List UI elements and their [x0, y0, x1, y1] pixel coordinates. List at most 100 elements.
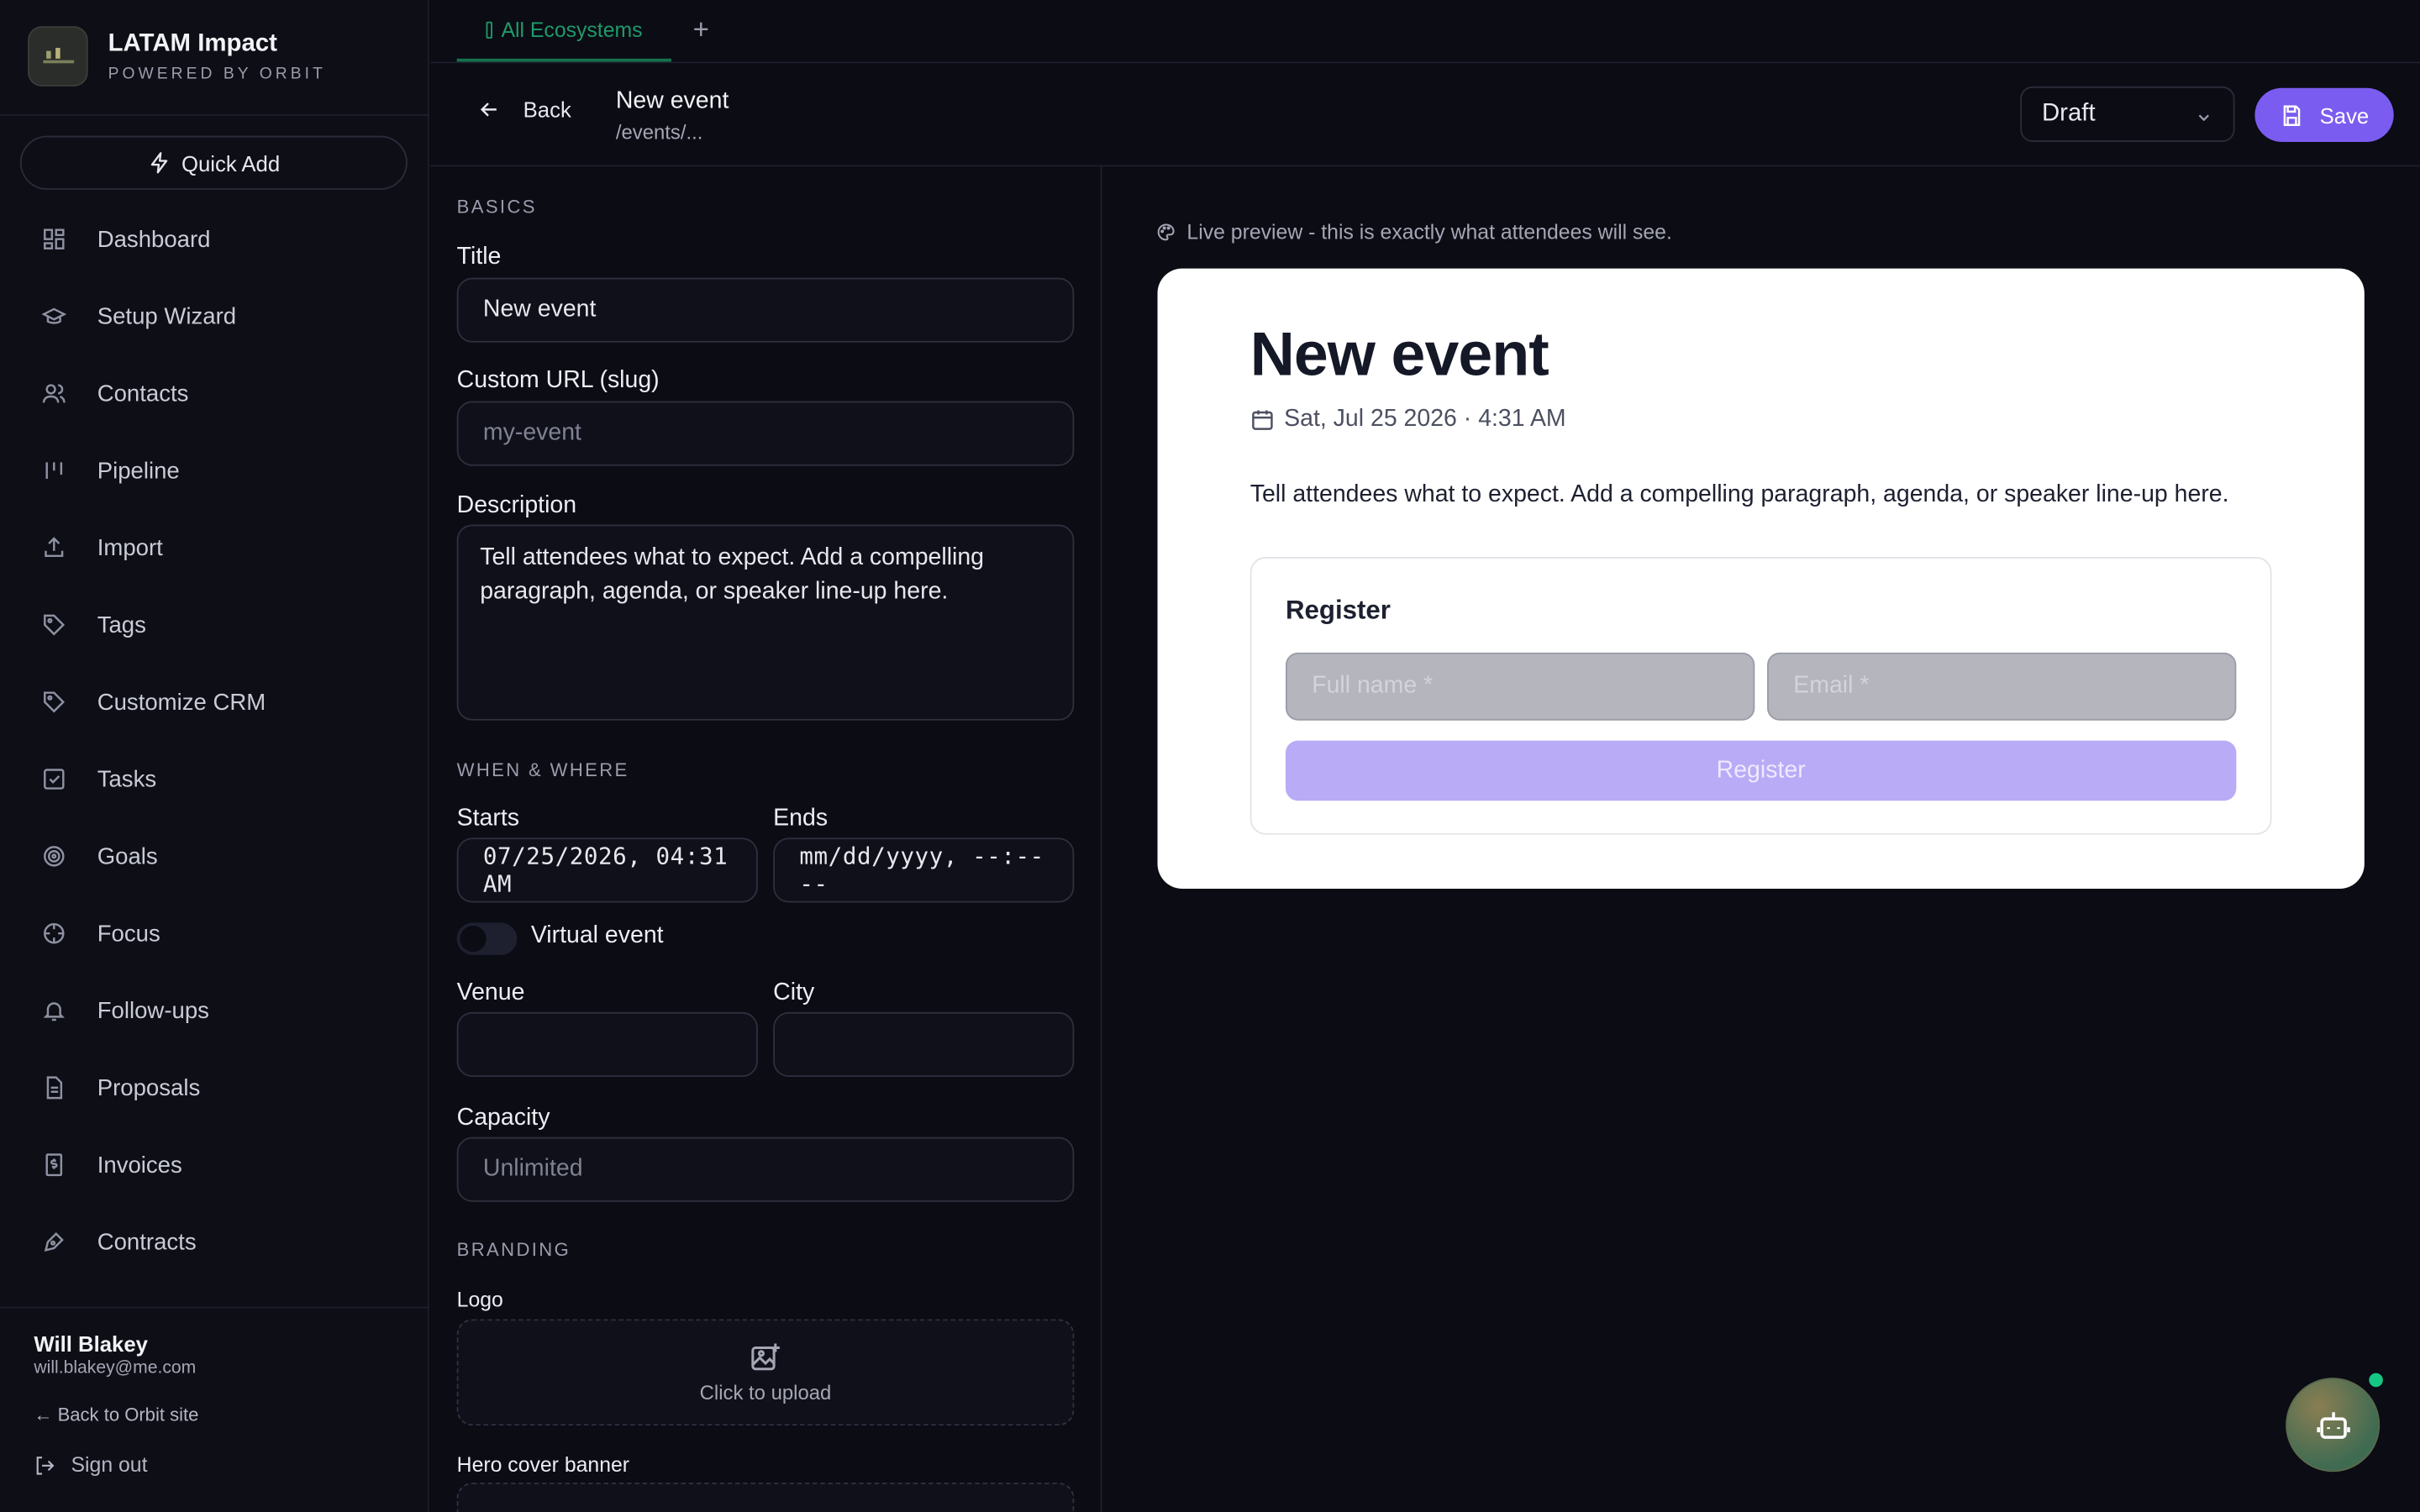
sidebar-item-dashboard[interactable]: Dashboard [0, 201, 429, 278]
virtual-event-toggle[interactable] [456, 922, 518, 955]
logo-label: Logo [456, 1288, 503, 1312]
logo-upload-dropzone[interactable]: Click to upload [456, 1319, 1075, 1426]
venue-label: Venue [456, 979, 525, 1006]
virtual-event-label: Virtual event [530, 922, 664, 949]
calendar-icon [1250, 407, 1275, 432]
sidebar-item-label: Invoices [97, 1152, 182, 1179]
brand-header: LATAM Impact POWERED BY ORBIT [0, 0, 429, 116]
arrow-left-icon [477, 97, 502, 122]
palette-icon [1156, 222, 1176, 242]
sidebar-item-label: Pipeline [97, 457, 180, 484]
sign-out-button[interactable]: Sign out [34, 1453, 147, 1477]
sidebar-item-follow-ups[interactable]: Follow-ups [0, 972, 429, 1049]
brand-subtitle: POWERED BY ORBIT [108, 65, 326, 84]
event-preview-card: New event Sat, Jul 25 2026 · 4:31 AM Tel… [1157, 268, 2365, 889]
sidebar-item-contacts[interactable]: Contacts [0, 354, 429, 432]
tab-all-ecosystems[interactable]: All Ecosystems [456, 0, 671, 62]
upload-icon [42, 535, 66, 559]
sidebar-item-invoices[interactable]: Invoices [0, 1126, 429, 1204]
back-button[interactable]: Back [477, 97, 571, 122]
description-label: Description [456, 491, 577, 519]
full-name-input[interactable]: Full name * [1285, 652, 1755, 721]
save-icon [2280, 102, 2304, 127]
document-icon [42, 1075, 66, 1100]
email-input[interactable]: Email * [1767, 652, 2237, 721]
image-plus-icon [749, 1341, 782, 1374]
add-tab-button[interactable]: + [693, 14, 709, 47]
bell-icon [42, 998, 66, 1022]
venue-input[interactable] [456, 1011, 758, 1078]
tag-icon [42, 690, 66, 714]
save-button[interactable]: Save [2254, 87, 2394, 142]
city-input[interactable] [773, 1011, 1075, 1078]
registration-form: Register Full name * Email * Register [1249, 557, 2272, 835]
hero-banner-label: Hero cover banner [456, 1453, 630, 1477]
pipeline-icon [42, 458, 66, 482]
sidebar-item-label: Dashboard [97, 226, 211, 253]
preview-description: Tell attendees what to expect. Add a com… [1249, 481, 2229, 508]
target-icon [42, 844, 66, 869]
user-email: will.blakey@me.com [34, 1359, 197, 1378]
sidebar-item-label: Setup Wizard [97, 302, 237, 330]
sidebar-item-label: Goals [97, 843, 158, 869]
sign-out-label: Sign out [71, 1453, 148, 1477]
sidebar-item-tasks[interactable]: Tasks [0, 741, 429, 818]
quick-add-button[interactable]: Quick Add [19, 135, 408, 190]
sidebar-item-tags[interactable]: Tags [0, 586, 429, 664]
title-input[interactable]: New event [456, 277, 1075, 343]
branding-section-label: BRANDING [456, 1238, 571, 1261]
sidebar-nav: Dashboard Setup Wizard Contacts Pipeline… [0, 201, 429, 1281]
slug-label: Custom URL (slug) [456, 367, 660, 394]
upload-label: Click to upload [699, 1380, 832, 1404]
ends-datetime-input[interactable]: mm/dd/yyyy, --:-- -- [773, 837, 1075, 903]
slug-input[interactable]: my-event [456, 401, 1075, 466]
hero-upload-dropzone[interactable] [456, 1483, 1075, 1512]
sidebar-item-proposals[interactable]: Proposals [0, 1049, 429, 1126]
starts-label: Starts [456, 805, 520, 832]
preview-date-text: Sat, Jul 25 2026 · 4:31 AM [1284, 406, 1566, 433]
checkbox-icon [42, 767, 66, 791]
capacity-input[interactable]: Unlimited [456, 1137, 1075, 1202]
description-textarea[interactable]: Tell attendees what to expect. Add a com… [456, 524, 1075, 721]
sidebar-item-label: Contacts [97, 380, 189, 407]
chevron-down-icon [2196, 105, 2212, 122]
sidebar-item-import[interactable]: Import [0, 509, 429, 586]
robot-icon [2312, 1404, 2353, 1445]
preview-date: Sat, Jul 25 2026 · 4:31 AM [1250, 406, 1566, 433]
sidebar-item-pipeline[interactable]: Pipeline [0, 432, 429, 509]
register-heading: Register [1285, 595, 1391, 625]
back-label: Back [523, 97, 571, 123]
sidebar-item-customize-crm[interactable]: Customize CRM [0, 664, 429, 741]
register-button[interactable]: Register [1285, 740, 2237, 801]
save-label: Save [2319, 102, 2370, 128]
sidebar-item-contracts[interactable]: Contracts [0, 1204, 429, 1281]
assistant-bot-button[interactable] [2286, 1378, 2381, 1473]
starts-datetime-input[interactable]: 07/25/2026, 04:31 AM [456, 837, 758, 903]
preview-title: New event [1249, 321, 1549, 389]
sidebar-item-goals[interactable]: Goals [0, 817, 429, 895]
graduation-cap-icon [41, 304, 66, 328]
tag-icon [42, 612, 66, 637]
sidebar-item-focus[interactable]: Focus [0, 895, 429, 972]
sidebar: LATAM Impact POWERED BY ORBIT Quick Add … [0, 0, 429, 1512]
tab-label: All Ecosystems [501, 18, 643, 41]
capacity-label: Capacity [456, 1105, 550, 1131]
crosshair-icon [42, 921, 66, 946]
brand-logo[interactable] [28, 26, 88, 87]
sidebar-item-label: Follow-ups [97, 997, 209, 1024]
sidebar-item-label: Tasks [97, 765, 157, 793]
city-label: City [773, 979, 815, 1006]
back-to-orbit-link[interactable]: ← Back to Orbit site [34, 1404, 198, 1425]
live-preview-note: Live preview - this is exactly what atte… [1156, 221, 1672, 244]
page-path: /events/... [615, 120, 703, 144]
sidebar-item-label: Import [97, 534, 163, 561]
app-root: LATAM Impact POWERED BY ORBIT Quick Add … [0, 0, 2420, 1512]
page-header: Back New event /events/... Draft Save [430, 63, 2420, 167]
status-select[interactable]: Draft [2020, 86, 2235, 142]
event-form: BASICS Title New event Custom URL (slug)… [430, 166, 1102, 1512]
dashboard-icon [42, 227, 66, 251]
preview-note-text: Live preview - this is exactly what atte… [1186, 220, 1672, 244]
basics-section-label: BASICS [456, 196, 537, 218]
sidebar-item-setup-wizard[interactable]: Setup Wizard [0, 278, 429, 355]
page-title: New event [615, 87, 729, 114]
